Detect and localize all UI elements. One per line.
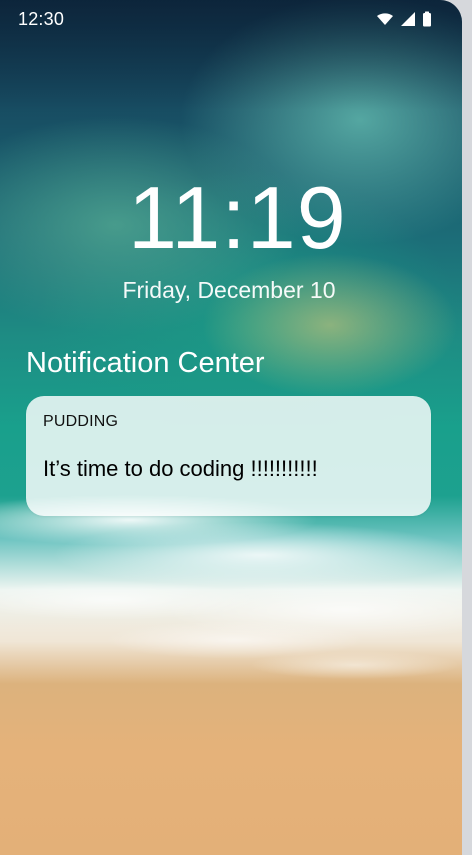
status-bar: 12:30 [18,8,432,32]
notification-center-title: Notification Center [26,347,265,379]
battery-icon [422,11,432,27]
lock-screen-date: Friday, December 10 [122,277,336,303]
notification-card[interactable]: PUDDING It’s time to do coding !!!!!!!!!… [26,396,431,516]
status-time: 12:30 [18,9,65,29]
cellular-signal-icon [400,11,416,27]
notification-message: It’s time to do coding !!!!!!!!!!! [43,456,318,481]
lock-screen: 12:30 11:19 Friday, December 10 Notifica… [0,0,462,855]
notification-app-name: PUDDING [43,413,119,430]
status-icons [376,10,432,28]
phone-frame: 12:30 11:19 Friday, December 10 Notifica… [0,0,472,855]
wifi-icon [376,12,394,26]
lock-screen-clock: 11:19 [128,168,347,267]
